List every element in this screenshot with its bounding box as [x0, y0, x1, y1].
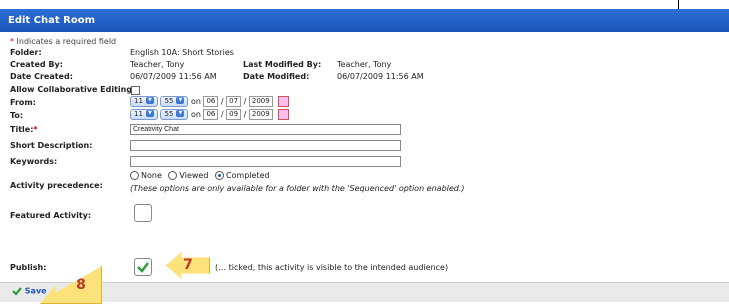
folder-value: English 10A: Short Stories: [130, 48, 234, 57]
keywords-label: Keywords:: [10, 157, 58, 166]
chevron-down-icon: ▼: [145, 97, 154, 104]
to-hour-select[interactable]: 11 ▼: [130, 109, 158, 120]
title-label: Title:*: [10, 125, 38, 134]
decorative-line: [678, 0, 679, 9]
keywords-input[interactable]: [130, 156, 401, 167]
date-created-value: 06/07/2009 11:56 AM: [130, 72, 217, 81]
activity-precedence-label: Activity precedence:: [10, 181, 103, 190]
chevron-down-icon: ▼: [176, 97, 185, 104]
precedence-radio-group: None Viewed Completed: [130, 171, 270, 180]
to-on-text: on: [190, 110, 201, 119]
page-title: Edit Chat Room: [8, 15, 96, 26]
from-hour-select[interactable]: 11 ▼: [130, 96, 158, 107]
required-note: * Indicates a required field: [10, 37, 117, 46]
precedence-note: (These options are only available for a …: [130, 184, 465, 193]
publish-label: Publish:: [10, 263, 47, 272]
to-month-input[interactable]: 06: [203, 109, 219, 120]
allow-collab-label: Allow Collaborative Editing:: [10, 85, 136, 94]
chevron-down-icon: ▼: [145, 110, 154, 117]
last-modified-by-label: Last Modified By:: [243, 60, 322, 69]
page-header: Edit Chat Room: [0, 9, 729, 32]
to-datetime: 11 ▼ 55 ▼ on 06 / 09 / 2009: [130, 109, 290, 120]
checkmark-icon: [137, 262, 149, 273]
date-created-label: Date Created:: [10, 72, 73, 81]
featured-activity-checkbox[interactable]: [134, 204, 152, 222]
short-description-input[interactable]: [130, 140, 401, 151]
chevron-down-icon: ▼: [176, 110, 185, 117]
from-day-input[interactable]: 07: [226, 96, 242, 107]
callout-arrow-7: 7: [166, 252, 210, 279]
from-datetime: 11 ▼ 55 ▼ on 06 / 07 / 2009: [130, 96, 290, 107]
footer-bar: [0, 282, 729, 302]
allow-collab-checkbox[interactable]: [131, 86, 140, 95]
to-label: To:: [10, 111, 24, 120]
precedence-completed-radio[interactable]: [214, 171, 224, 180]
last-modified-by-value: Teacher, Tony: [337, 60, 392, 69]
from-minute-select[interactable]: 55 ▼: [160, 96, 189, 107]
created-by-value: Teacher, Tony: [130, 60, 185, 69]
short-description-label: Short Description:: [10, 141, 93, 150]
from-on-text: on: [190, 97, 201, 106]
featured-activity-label: Featured Activity:: [10, 211, 92, 220]
from-label: From:: [10, 98, 36, 107]
from-month-input[interactable]: 06: [203, 96, 219, 107]
to-minute-select[interactable]: 55 ▼: [160, 109, 189, 120]
save-button[interactable]: Save: [12, 286, 47, 296]
folder-label: Folder:: [10, 48, 42, 57]
title-input[interactable]: Creativity Chat: [130, 124, 401, 135]
publish-note: (… ticked, this activity is visible to t…: [215, 263, 449, 272]
publish-checkbox[interactable]: [134, 258, 152, 276]
created-by-label: Created By:: [10, 60, 63, 69]
calendar-icon[interactable]: [278, 109, 290, 120]
precedence-none-radio[interactable]: [130, 171, 139, 180]
checkmark-icon: [12, 287, 22, 296]
date-modified-value: 06/07/2009 11:56 AM: [337, 72, 424, 81]
from-year-input[interactable]: 2009: [248, 96, 273, 107]
calendar-icon[interactable]: [278, 96, 290, 107]
precedence-viewed-radio[interactable]: [168, 171, 178, 180]
date-modified-label: Date Modified:: [243, 72, 310, 81]
to-year-input[interactable]: 2009: [248, 109, 273, 120]
to-day-input[interactable]: 09: [226, 109, 242, 120]
